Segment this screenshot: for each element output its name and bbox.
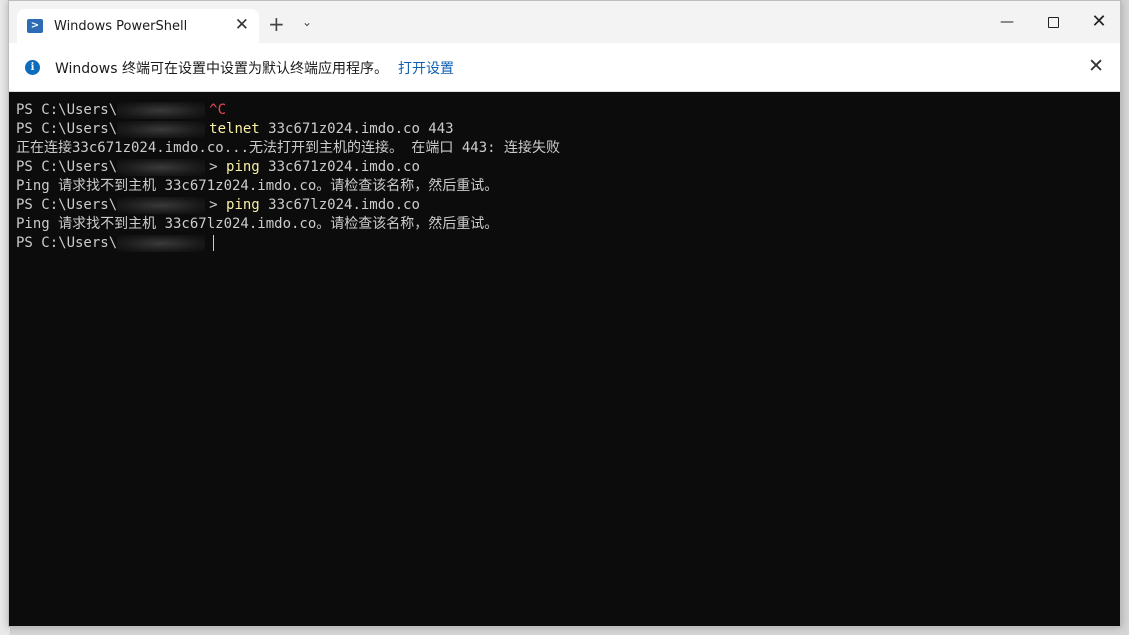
terminal-line: PS C:\Users\ telnet 33c671z024.imdo.co 44… bbox=[16, 120, 1120, 139]
redacted-username bbox=[117, 196, 206, 214]
command-text: ping bbox=[226, 159, 260, 175]
terminal-window: > Windows PowerShell ✕ + ⌄ — ✕ i Windows… bbox=[8, 0, 1121, 627]
tab-title: Windows PowerShell bbox=[54, 18, 188, 34]
tab-close-icon[interactable]: ✕ bbox=[235, 15, 249, 35]
text-cursor bbox=[213, 235, 215, 251]
output-text: Ping 请求找不到主机 33c671z024.imdo.co。请检查该名称，然… bbox=[16, 178, 499, 194]
prompt-text: PS C:\Users\ bbox=[16, 197, 118, 213]
prompt-text: PS C:\Users\ bbox=[16, 121, 118, 137]
maximize-button[interactable] bbox=[1033, 9, 1073, 35]
redacted-username bbox=[117, 234, 206, 252]
redacted-username bbox=[117, 101, 206, 119]
chevron-down-icon[interactable]: ⌄ bbox=[302, 15, 312, 29]
maximize-icon bbox=[1047, 16, 1059, 28]
terminal-line: PS C:\Users\ > ping 33c671z024.imdo.co bbox=[16, 158, 1120, 177]
title-bar: > Windows PowerShell ✕ + ⌄ — ✕ bbox=[9, 1, 1120, 43]
terminal-output[interactable]: PS C:\Users\ ^C PS C:\Users\ telnet 33c671z… bbox=[9, 92, 1120, 626]
prompt-suffix: > bbox=[209, 197, 227, 213]
command-args: 33c67lz024.imdo.co bbox=[259, 197, 420, 213]
prompt-text: PS C:\Users\ bbox=[16, 102, 118, 118]
info-message: Windows 终端可在设置中设置为默认终端应用程序。 bbox=[55, 61, 388, 77]
prompt-text: PS C:\Users\ bbox=[16, 235, 118, 251]
tab-windows-powershell[interactable]: > Windows PowerShell ✕ bbox=[17, 9, 259, 43]
info-bar: i Windows 终端可在设置中设置为默认终端应用程序。 打开设置 ✕ bbox=[9, 43, 1120, 92]
powershell-icon: > bbox=[27, 19, 43, 33]
command-args: ^C bbox=[209, 102, 227, 118]
command-text: telnet bbox=[209, 121, 260, 137]
command-args: 33c671z024.imdo.co bbox=[259, 159, 420, 175]
terminal-line: PS C:\Users\ > ping 33c67lz024.imdo.co bbox=[16, 196, 1120, 215]
close-window-button[interactable]: ✕ bbox=[1079, 9, 1119, 35]
output-text: 正在连接33c671z024.imdo.co...无法打开到主机的连接。 在端口… bbox=[16, 140, 561, 156]
minimize-button[interactable]: — bbox=[987, 9, 1027, 35]
terminal-line: PS C:\Users\ ^C bbox=[16, 101, 1120, 120]
prompt-text: PS C:\Users\ bbox=[16, 159, 118, 175]
terminal-line: PS C:\Users\ bbox=[16, 234, 1120, 253]
open-settings-link[interactable]: 打开设置 bbox=[398, 58, 454, 78]
redacted-username bbox=[117, 120, 206, 138]
command-text: ping bbox=[226, 197, 260, 213]
output-text: Ping 请求找不到主机 33c67lz024.imdo.co。请检查该名称，然… bbox=[16, 216, 499, 232]
terminal-line: Ping 请求找不到主机 33c671z024.imdo.co。请检查该名称，然… bbox=[16, 177, 1120, 196]
info-close-icon[interactable]: ✕ bbox=[1088, 55, 1104, 77]
prompt-suffix: > bbox=[209, 159, 227, 175]
redacted-username bbox=[117, 158, 206, 176]
terminal-line: Ping 请求找不到主机 33c67lz024.imdo.co。请检查该名称，然… bbox=[16, 215, 1120, 234]
info-icon: i bbox=[25, 60, 40, 75]
command-args: 33c671z024.imdo.co 443 bbox=[259, 121, 454, 137]
terminal-line: 正在连接33c671z024.imdo.co...无法打开到主机的连接。 在端口… bbox=[16, 139, 1120, 158]
new-tab-button[interactable]: + bbox=[268, 12, 285, 36]
